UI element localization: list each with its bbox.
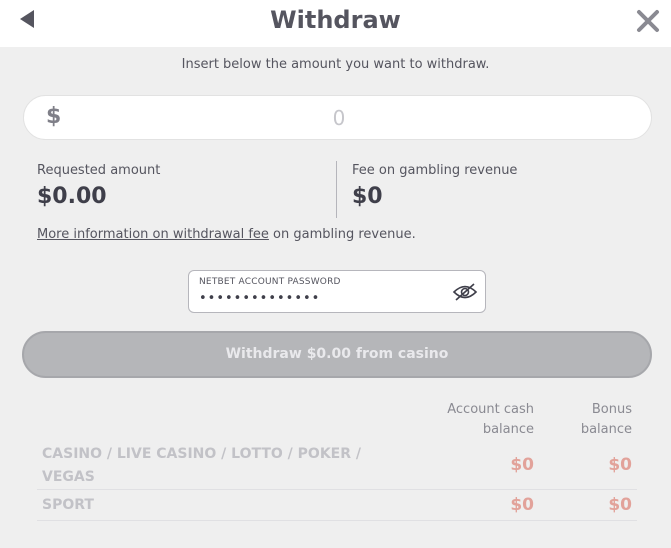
cash-balance-header: Account cash balance (424, 400, 534, 440)
cash-balance-header-line1: Account cash (447, 402, 534, 417)
instruction-text: Insert below the amount you want to with… (181, 57, 490, 72)
fee-info-text: More information on withdrawal fee on ga… (37, 227, 416, 242)
page-title: Withdraw (270, 6, 401, 34)
bonus-balance-header-line2: balance (580, 422, 632, 437)
withdraw-button[interactable]: Withdraw $0.00 from casino (22, 331, 652, 378)
password-input[interactable] (199, 289, 439, 307)
eye-hidden-icon[interactable] (452, 282, 478, 302)
amount-input[interactable] (84, 102, 594, 134)
password-field[interactable]: NETBET ACCOUNT PASSWORD (188, 270, 486, 313)
currency-symbol: $ (46, 104, 62, 129)
password-label: NETBET ACCOUNT PASSWORD (199, 277, 341, 287)
requested-amount-block: Requested amount $0.00 (37, 163, 327, 209)
withdrawal-fee-info-link[interactable]: More information on withdrawal fee (37, 227, 269, 242)
fee-info-suffix: on gambling revenue. (268, 227, 416, 242)
fee-label: Fee on gambling revenue (352, 163, 518, 178)
bonus-balance-header-line1: Bonus (591, 402, 632, 417)
requested-amount-label: Requested amount (37, 163, 161, 178)
fee-value: $0 (352, 184, 383, 209)
balance-row-sport: SPORT $0 $0 (37, 490, 637, 521)
balance-row-label: SPORT (42, 497, 94, 513)
cash-balance-header-line2: balance (482, 422, 534, 437)
bonus-balance-value: $0 (608, 455, 632, 475)
cash-balance-value: $0 (510, 455, 534, 475)
header-bar: Withdraw (0, 0, 671, 47)
balance-row-casino: CASINO / LIVE CASINO / LOTTO / POKER / V… (37, 443, 637, 490)
cash-balance-value: $0 (510, 495, 534, 515)
amount-field[interactable]: $ (23, 95, 652, 140)
close-icon[interactable] (636, 9, 660, 33)
bonus-balance-header: Bonus balance (552, 400, 632, 440)
requested-amount-value: $0.00 (37, 184, 107, 209)
fee-block: Fee on gambling revenue $0 (352, 163, 642, 209)
bonus-balance-value: $0 (608, 495, 632, 515)
summary-divider (336, 161, 337, 218)
balance-row-label: CASINO / LIVE CASINO / LOTTO / POKER / V… (42, 446, 362, 485)
